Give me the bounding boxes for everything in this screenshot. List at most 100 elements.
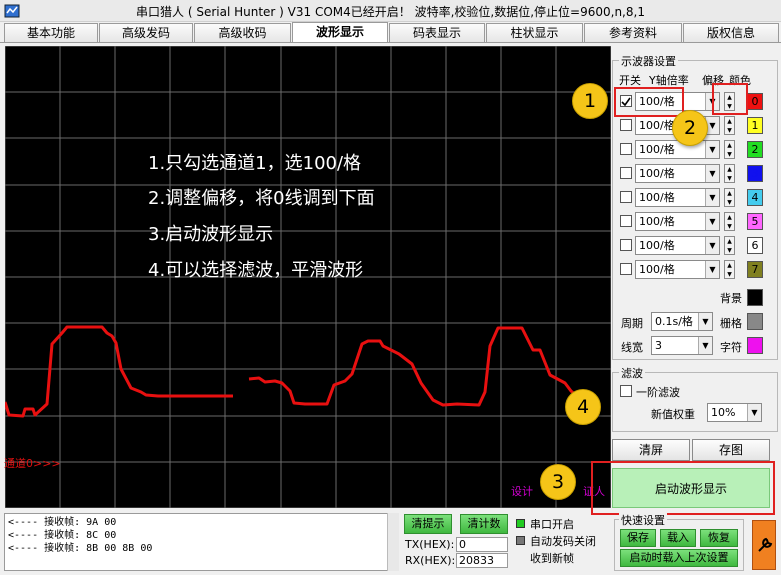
auto-send-label: 自动发码关闭 — [530, 535, 596, 548]
channel-3-checkbox[interactable] — [620, 167, 632, 179]
spin-up-icon: ▲ — [727, 142, 732, 149]
channel-3-offset-spinner[interactable]: ▲ ▼ — [724, 164, 735, 183]
tab-4[interactable]: 码表显示 — [389, 23, 485, 42]
highlight-start-box — [591, 461, 775, 515]
weight-value: 10% — [711, 406, 736, 419]
channel-7-color-swatch[interactable]: 7 — [747, 261, 763, 278]
tab-3[interactable]: 波形显示 — [292, 22, 388, 43]
channel-7-checkbox[interactable] — [620, 263, 632, 275]
clear-hint-button[interactable]: 清提示 — [404, 514, 452, 534]
tab-7[interactable]: 版权信息 — [683, 23, 779, 42]
save-image-button[interactable]: 存图 — [692, 439, 770, 461]
callout-4: 4 — [565, 389, 601, 425]
channel-3-color-swatch[interactable]: 3 — [747, 165, 763, 182]
channel-5-color-label: 5 — [751, 215, 759, 228]
channel-7-offset-spinner[interactable]: ▲ ▼ — [724, 260, 735, 279]
tab-5[interactable]: 柱状显示 — [486, 23, 583, 42]
channel-3-color-label: 3 — [751, 167, 759, 180]
tab-6[interactable]: 参考资料 — [584, 23, 682, 42]
channel-5-scale: 100/格 — [639, 215, 675, 228]
channel-5-checkbox[interactable] — [620, 215, 632, 227]
channel-6-scale: 100/格 — [639, 239, 675, 252]
filter-title: 滤波 — [619, 365, 645, 381]
load-last-settings-button[interactable]: 启动时载入上次设置 — [620, 549, 738, 567]
channel-7-scale-select[interactable]: 100/格 ▼ — [635, 260, 720, 279]
channel-3-scale: 100/格 — [639, 167, 675, 180]
chevron-down-icon: ▼ — [705, 165, 719, 182]
grid-color-swatch[interactable] — [747, 313, 763, 330]
log-line: <---- 接收帧: 8B 00 8B 00 — [8, 543, 153, 554]
weight-label: 新值权重 — [651, 408, 695, 421]
quick-settings-title: 快速设置 — [619, 512, 667, 528]
chevron-down-icon: ▼ — [705, 237, 719, 254]
channel-0-color-swatch[interactable]: 0 — [747, 93, 763, 110]
channel-4-checkbox[interactable] — [620, 191, 632, 203]
channel-2-offset-spinner[interactable]: ▲ ▼ — [724, 140, 735, 159]
channel-1-offset-spinner[interactable]: ▲ ▼ — [724, 116, 735, 135]
port-open-label: 串口开启 — [530, 518, 574, 531]
spin-up-icon: ▲ — [727, 166, 732, 173]
tab-1[interactable]: 高级发码 — [99, 23, 193, 42]
spin-down-icon: ▼ — [727, 199, 732, 206]
channel-4-color-label: 4 — [751, 191, 759, 204]
channel-1-color-swatch[interactable]: 1 — [747, 117, 763, 134]
channel-2-scale-select[interactable]: 100/格 ▼ — [635, 140, 720, 159]
channel-2-checkbox[interactable] — [620, 143, 632, 155]
restore-settings-button[interactable]: 恢复 — [700, 529, 738, 547]
spin-up-icon: ▲ — [727, 238, 732, 245]
tab-0[interactable]: 基本功能 — [4, 23, 98, 42]
channel-1-checkbox[interactable] — [620, 119, 632, 131]
channel-4-offset-spinner[interactable]: ▲ ▼ — [724, 188, 735, 207]
channel-4-color-swatch[interactable]: 4 — [747, 189, 763, 206]
chevron-down-icon: ▼ — [705, 189, 719, 206]
channel-6-scale-select[interactable]: 100/格 ▼ — [635, 236, 720, 255]
tx-value: 0 — [456, 537, 508, 552]
port-open-led — [516, 519, 525, 528]
oscilloscope-display[interactable]: 1.只勾选通道1，选100/格 2.调整偏移，将0线调到下面 3.启动波形显示 … — [5, 46, 611, 508]
save-settings-button[interactable]: 保存 — [620, 529, 656, 547]
instruction-line-3: 3.启动波形显示 — [148, 224, 274, 245]
char-label: 字符 — [720, 341, 742, 354]
load-settings-button[interactable]: 载入 — [660, 529, 696, 547]
channel-5-offset-spinner[interactable]: ▲ ▼ — [724, 212, 735, 231]
channel-6-color-swatch[interactable]: 6 — [747, 237, 763, 254]
channel-7-color-label: 7 — [751, 263, 759, 276]
new-frame-label: 收到新帧 — [530, 552, 574, 565]
clear-count-button[interactable]: 清计数 — [460, 514, 508, 534]
linewidth-value: 3 — [655, 339, 662, 352]
channel-3-scale-select[interactable]: 100/格 ▼ — [635, 164, 720, 183]
channel-5-color-swatch[interactable]: 5 — [747, 213, 763, 230]
tab-2[interactable]: 高级收码 — [194, 23, 291, 42]
channel-7-scale: 100/格 — [639, 263, 675, 276]
channel-2-color-label: 2 — [751, 143, 759, 156]
chevron-down-icon: ▼ — [747, 404, 761, 421]
channel-2-color-swatch[interactable]: 2 — [747, 141, 763, 158]
channel-0-label: 通道0>>> — [4, 457, 61, 470]
scope-settings-title: 示波器设置 — [619, 53, 678, 69]
instruction-line-4: 4.可以选择滤波，平滑波形 — [148, 260, 364, 281]
channel-2-scale: 100/格 — [639, 143, 675, 156]
auto-send-led — [516, 536, 525, 545]
weight-select[interactable]: 10% ▼ — [707, 403, 762, 422]
background-color-swatch[interactable] — [747, 289, 763, 306]
period-select[interactable]: 0.1s/格 ▼ — [651, 312, 713, 331]
callout-1: 1 — [572, 83, 608, 119]
channel-4-scale-select[interactable]: 100/格 ▼ — [635, 188, 720, 207]
first-order-filter-label: 一阶滤波 — [636, 386, 680, 399]
channel-5-scale-select[interactable]: 100/格 ▼ — [635, 212, 720, 231]
linewidth-label: 线宽 — [621, 341, 643, 354]
linewidth-select[interactable]: 3 ▼ — [651, 336, 713, 355]
log-scrollbar[interactable] — [387, 513, 399, 571]
chevron-down-icon: ▼ — [705, 261, 719, 278]
channel-6-offset-spinner[interactable]: ▲ ▼ — [724, 236, 735, 255]
wrench-icon[interactable] — [752, 520, 776, 570]
first-order-filter-checkbox[interactable] — [620, 385, 632, 397]
instruction-line-1: 1.只勾选通道1，选100/格 — [148, 153, 362, 174]
rx-value: 20833 — [456, 553, 508, 568]
period-label: 周期 — [621, 317, 643, 330]
channel-6-checkbox[interactable] — [620, 239, 632, 251]
clear-screen-button[interactable]: 清屏 — [612, 439, 690, 461]
spin-down-icon: ▼ — [727, 151, 732, 158]
receive-log[interactable]: <---- 接收帧: 9A 00 <---- 接收帧: 8C 00 <---- … — [4, 513, 396, 571]
char-color-swatch[interactable] — [747, 337, 763, 354]
